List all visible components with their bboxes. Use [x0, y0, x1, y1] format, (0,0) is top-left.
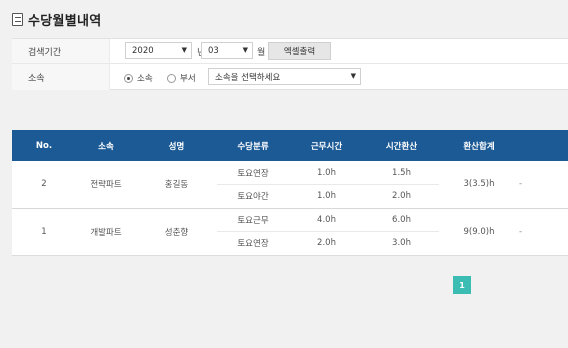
table-header-row: No. 소속 성명 수당분류 근무시간 시간환산 환산합계: [12, 130, 568, 161]
cell-affiliation: 개발파트: [76, 208, 136, 255]
col-header-converted[interactable]: 시간환산: [364, 130, 439, 161]
col-header-affiliation[interactable]: 소속: [76, 130, 136, 161]
cell-work-hours: 2.0h: [289, 231, 364, 255]
cell-extra: -: [519, 161, 568, 209]
cell-extra: -: [519, 208, 568, 255]
radio-department-label: 부서: [180, 74, 196, 84]
excel-export-button[interactable]: 엑셀출력: [268, 42, 331, 60]
year-select[interactable]: 2020 ▼: [125, 42, 192, 59]
cell-no: 1: [12, 208, 76, 255]
col-header-category[interactable]: 수당분류: [217, 130, 289, 161]
col-header-work-hours[interactable]: 근무시간: [289, 130, 364, 161]
cell-category: 토요연장: [217, 231, 289, 255]
radio-unchecked-icon: [167, 73, 176, 83]
cell-converted: 3.0h: [364, 231, 439, 255]
affiliation-select[interactable]: 소속을 선택하세요 ▼: [208, 68, 361, 85]
col-header-extra: [519, 130, 568, 161]
period-label: 검색기간: [12, 39, 110, 63]
cell-category: 토요근무: [217, 208, 289, 232]
col-header-no[interactable]: No.: [12, 130, 76, 161]
cell-category: 토요연장: [217, 161, 289, 185]
month-select[interactable]: 03 ▼: [201, 42, 253, 59]
allowance-table: No. 소속 성명 수당분류 근무시간 시간환산 환산합계 2 전략파트 홍길동…: [12, 130, 568, 256]
pagination-page-1[interactable]: 1: [453, 276, 471, 294]
page-title: 수당월별내역: [28, 13, 102, 29]
year-select-value: 2020: [132, 45, 154, 56]
cell-affiliation: 전략파트: [76, 161, 136, 209]
col-header-name[interactable]: 성명: [136, 130, 217, 161]
cell-total: 3(3.5)h: [439, 161, 519, 209]
col-header-total[interactable]: 환산합계: [439, 130, 519, 161]
radio-checked-icon: [124, 73, 133, 83]
allowance-table-grid: No. 소속 성명 수당분류 근무시간 시간환산 환산합계 2 전략파트 홍길동…: [12, 130, 568, 255]
affiliation-select-placeholder: 소속을 선택하세요: [215, 72, 281, 83]
cell-category: 토요야간: [217, 184, 289, 209]
cell-work-hours: 1.0h: [289, 184, 364, 209]
search-period-row: 검색기간 2020 ▼ 년 03 ▼ 월 엑셀출력: [12, 39, 568, 64]
chevron-down-icon: ▼: [242, 46, 248, 54]
radio-department[interactable]: 부서: [167, 72, 196, 84]
cell-name: 성춘향: [136, 208, 217, 255]
cell-total: 9(9.0)h: [439, 208, 519, 255]
affiliation-label: 소속: [12, 64, 110, 90]
chevron-down-icon: ▼: [181, 46, 187, 54]
radio-affiliation[interactable]: 소속: [124, 72, 153, 84]
table-row: 2 전략파트 홍길동 토요연장 1.0h 1.5h 3(3.5)h -: [12, 161, 568, 209]
month-select-value: 03: [208, 45, 219, 56]
cell-name: 홍길동: [136, 161, 217, 209]
cell-work-hours: 4.0h: [289, 208, 364, 232]
cell-converted: 2.0h: [364, 184, 439, 209]
cell-converted: 1.5h: [364, 161, 439, 185]
month-unit: 월: [257, 48, 266, 58]
search-panel: 검색기간 2020 ▼ 년 03 ▼ 월 엑셀출력 소속 소속 부서 소속을 선…: [12, 38, 568, 90]
page-header: 수당월별내역: [12, 9, 102, 29]
table-row: 1 개발파트 성춘향 토요근무 4.0h 6.0h 9(9.0)h -: [12, 208, 568, 255]
chevron-down-icon: ▼: [350, 72, 356, 80]
cell-no: 2: [12, 161, 76, 209]
radio-affiliation-label: 소속: [137, 74, 153, 84]
document-list-icon: [12, 12, 23, 26]
cell-converted: 6.0h: [364, 208, 439, 232]
search-affiliation-row: 소속 소속 부서 소속을 선택하세요 ▼: [12, 64, 568, 90]
cell-work-hours: 1.0h: [289, 161, 364, 185]
